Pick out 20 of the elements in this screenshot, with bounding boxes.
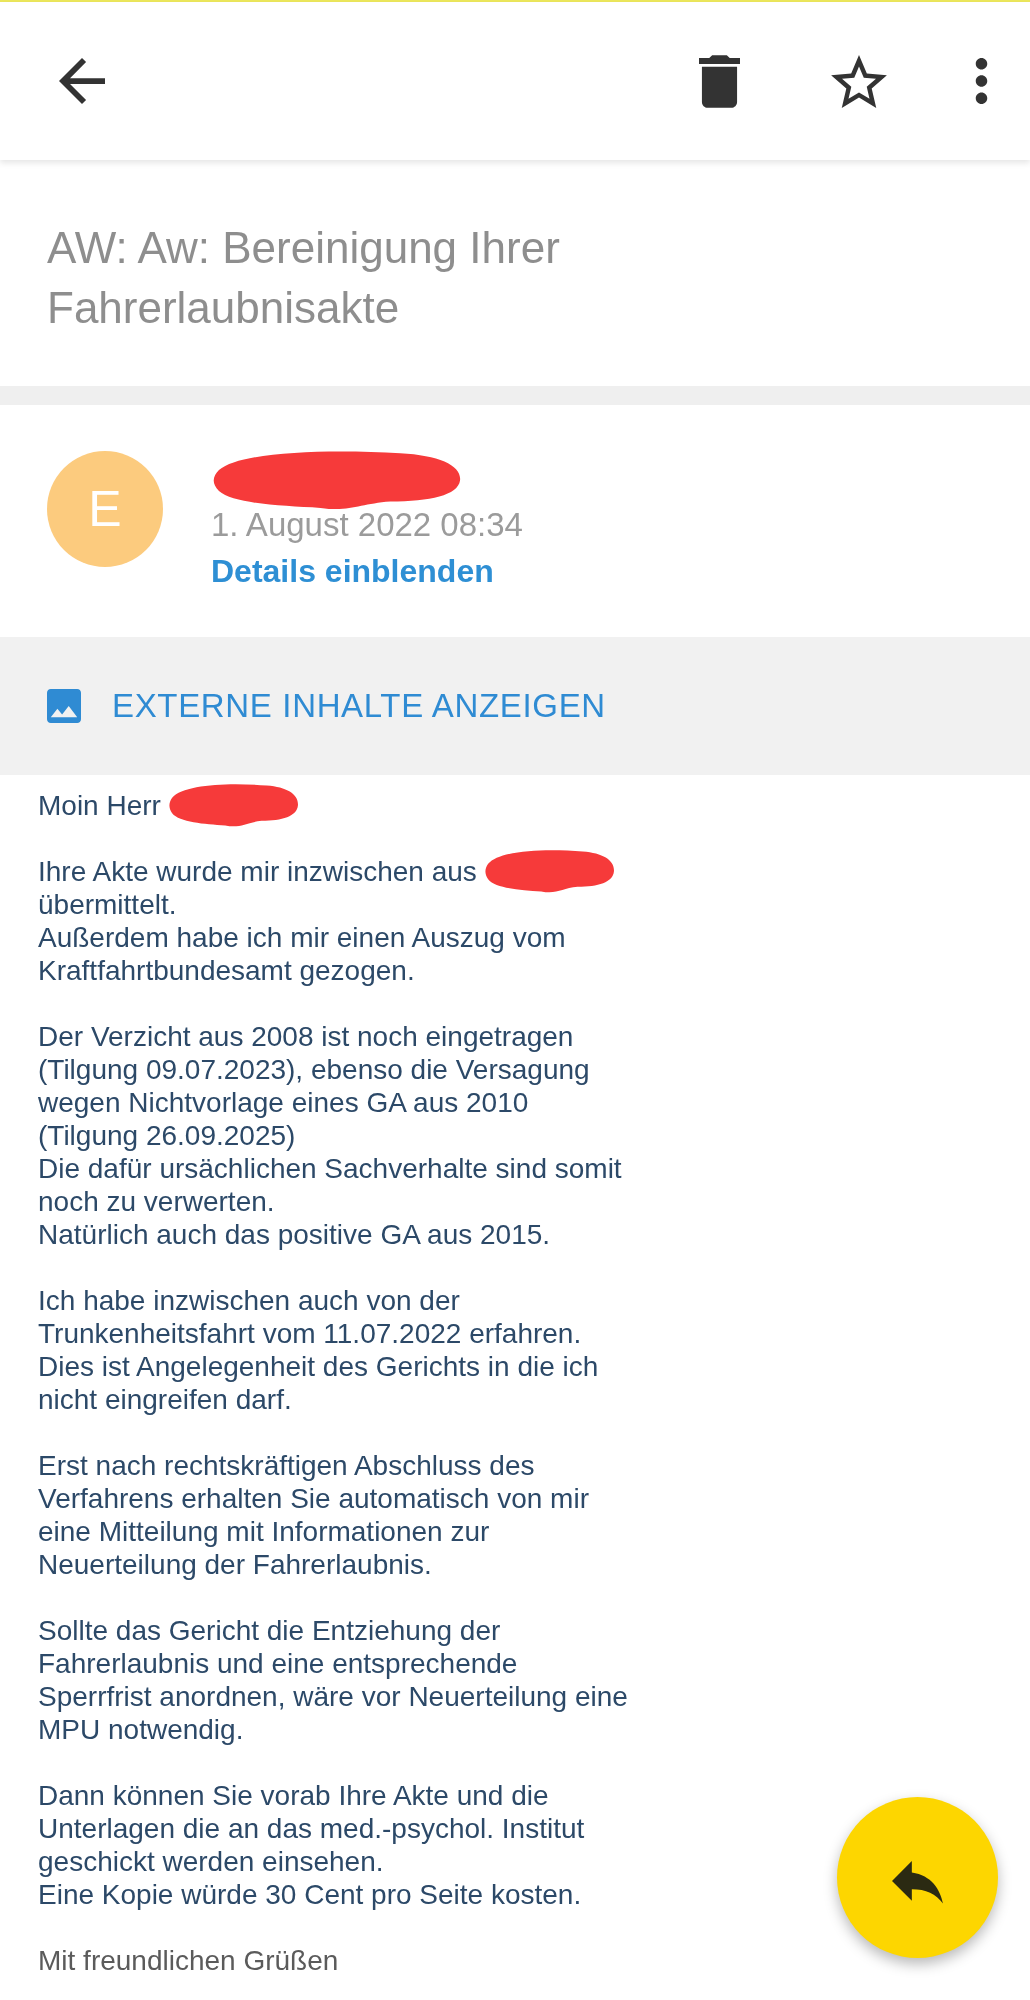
paragraph-text: Erst nach rechtskräftigen Abschluss des Verfahrens erhalten Sie automatisch von mir eine Mitteilung mit Informationen zur Neuerteilung der Fahrerlaubnis. xyxy=(38,1449,589,1581)
reply-button[interactable] xyxy=(837,1797,998,1958)
show-external-content-button[interactable]: EXTERNE INHALTE ANZEIGEN xyxy=(47,681,606,731)
avatar: E xyxy=(47,451,163,567)
back-icon[interactable] xyxy=(59,58,105,104)
details-link[interactable]: Details einblenden xyxy=(211,548,494,595)
image-icon xyxy=(47,689,81,723)
signature-text: Mit freundlichen Grüßen xyxy=(38,1944,339,1977)
paragraph-text: Dann können Sie vorab Ihre Akte und die Unterlagen die an das med.-psychol. Institut geschickt werden einsehen. Eine Kopie würde 30 Cent pro Seite kosten. xyxy=(38,1779,585,1911)
delete-icon[interactable] xyxy=(699,54,740,108)
more-icon[interactable] xyxy=(975,58,988,104)
paragraph-text: Ihre Akte wurde mir inzwischen aus übermittelt. Außerdem habe ich mir einen Auszug vom Kraftfahrtbundesamt gezogen. xyxy=(38,855,566,987)
paragraph-text: Moin Herr xyxy=(38,789,161,822)
subject-title: AW: Aw: Bereinigung Ihrer Fahrerlaubnisakte xyxy=(47,222,561,334)
paragraph-text: Sollte das Gericht die Entziehung der Fahrerlaubnis und eine entsprechende Sperrfrist anordnen, wäre vor Neuerteilung eine MPU notwendig. xyxy=(38,1614,628,1746)
date-text: 1. August 2022 08:34 xyxy=(211,505,523,545)
star-icon[interactable] xyxy=(831,54,887,108)
paragraph-text: Der Verzicht aus 2008 ist noch eingetragen (Tilgung 09.07.2023), ebenso die Versagung wegen Nichtvorlage eines GA aus 2010 (Tilgung 26.09.2025) Die dafür ursächlichen Sachverhalte sind somit noch zu verwerten. Natürlich auch das positive GA aus 2015. xyxy=(38,1020,622,1251)
reply-icon xyxy=(892,1861,943,1904)
paragraph-text: Ich habe inzwischen auch von der Trunkenheitsfahrt vom 11.07.2022 erfahren. Dies ist Angelegenheit des Gerichts in die ich nicht eingreifen darf. xyxy=(38,1284,599,1416)
